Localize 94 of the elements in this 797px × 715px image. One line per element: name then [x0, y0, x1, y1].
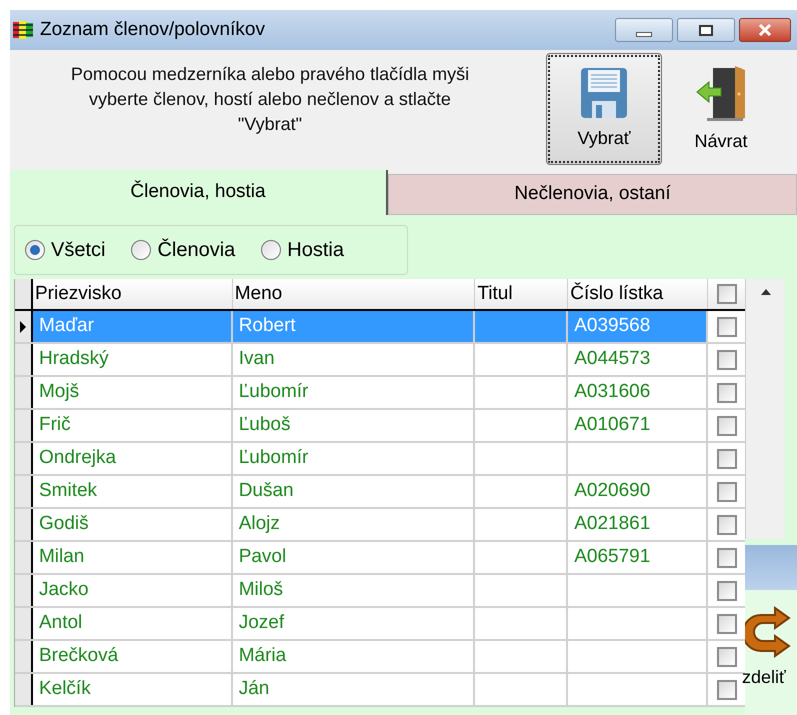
table-row[interactable]: Antol Jozef [15, 608, 745, 641]
table-row[interactable]: Milan Pavol A065791 [15, 542, 745, 575]
table-cell: Hradský [32, 344, 233, 375]
radio-option[interactable]: Všetci [25, 235, 106, 265]
tab[interactable]: Členovia, hostia [10, 170, 388, 215]
door-with-arrow-icon [695, 64, 747, 122]
checkbox[interactable] [716, 680, 736, 700]
table-row[interactable]: Smitek Dušan A020690 [15, 476, 745, 509]
table-row[interactable]: Mojš Ľubomír A031606 [15, 377, 745, 410]
table-cell: Milan [32, 542, 233, 573]
radio-button[interactable] [25, 240, 45, 260]
table-cell: Jacko [32, 575, 233, 606]
column-header[interactable]: Priezvisko [32, 279, 233, 309]
scroll-up-icon [760, 289, 770, 295]
row-header[interactable] [15, 443, 33, 474]
table-cell: Brečková [32, 641, 233, 672]
radio-option[interactable]: Hostia [261, 235, 344, 265]
row-header[interactable] [15, 476, 33, 507]
table-row[interactable]: Jacko Miloš [15, 575, 745, 608]
split-button-label[interactable]: zdeliť [742, 664, 786, 691]
table-row[interactable]: Hradský Ivan A044573 [15, 344, 745, 377]
table-cell: Ľuboš [232, 410, 476, 441]
table-cell: Ondrejka [32, 443, 233, 474]
radio-button[interactable] [261, 240, 282, 260]
column-header[interactable]: Meno [232, 279, 476, 309]
row-header[interactable] [15, 311, 33, 342]
checkbox[interactable] [716, 580, 736, 600]
instruction-text: Pomocou medzerníka alebo pravého tlačídla myši vyberte členov, hostí alebo nečlenov a stlačte "Vybrat" [70, 63, 470, 136]
close-icon [758, 24, 772, 36]
row-header[interactable] [15, 509, 33, 540]
return-button[interactable]: Návrat [676, 53, 766, 165]
table-cell: Kelčík [32, 674, 233, 705]
close-button[interactable] [739, 18, 791, 42]
table-cell: Alojz [232, 509, 476, 540]
maximize-button[interactable] [677, 18, 735, 42]
table-cell: A031606 [568, 377, 708, 408]
checkbox[interactable] [716, 646, 736, 666]
table-cell: A010671 [568, 410, 708, 441]
table-cell: A020690 [568, 476, 708, 507]
table-row[interactable]: Ondrejka Ľubomír [15, 443, 745, 476]
column-header[interactable]: Titul [475, 279, 568, 309]
window-title: Zoznam členov/polovníkov [40, 18, 265, 42]
table-cell: Maďar [32, 311, 233, 342]
column-header[interactable]: Číslo lístka [568, 279, 708, 309]
table-cell: Miloš [232, 575, 476, 606]
row-header[interactable] [15, 410, 33, 441]
table-cell: Smitek [32, 476, 233, 507]
select-button[interactable]: Vybrať [546, 53, 662, 165]
table-cell: Mária [232, 641, 476, 672]
table-cell: Ľubomír [232, 443, 476, 474]
scrollbar[interactable] [745, 279, 785, 539]
checkbox[interactable] [716, 548, 736, 568]
table-cell: Ivan [232, 344, 476, 375]
tab[interactable]: Nečlenovia, ostaní [388, 174, 797, 215]
table-cell: Pavol [232, 542, 476, 573]
row-header[interactable] [15, 344, 33, 375]
table-cell: Mojš [32, 377, 233, 408]
checkbox[interactable] [716, 514, 736, 534]
row-header[interactable] [15, 377, 33, 408]
radio-button[interactable] [131, 240, 152, 260]
row-header[interactable] [15, 674, 33, 705]
checkbox[interactable] [716, 382, 736, 402]
checkbox[interactable] [716, 416, 736, 436]
table-cell: Ľubomír [232, 377, 476, 408]
table-cell: A039568 [568, 311, 708, 342]
checkbox[interactable] [716, 448, 736, 468]
split-arrow-icon [745, 604, 791, 660]
app-icon [12, 19, 34, 41]
table-row[interactable]: Brečková Mária [15, 641, 745, 674]
minimize-button[interactable] [615, 18, 673, 42]
current-row-icon [20, 320, 26, 332]
window-title-bar [745, 545, 797, 590]
row-header[interactable] [15, 608, 33, 639]
table-cell: A044573 [568, 344, 708, 375]
table-cell: Antol [32, 608, 233, 639]
checkbox[interactable] [716, 350, 736, 370]
table-cell: Godiš [32, 509, 233, 540]
radio-option[interactable]: Členovia [131, 235, 236, 265]
row-header[interactable] [15, 575, 33, 606]
checkbox[interactable] [716, 614, 736, 634]
table-cell: Frič [32, 410, 233, 441]
table-cell: A065791 [568, 542, 708, 573]
table-cell: Dušan [232, 476, 476, 507]
table-cell: A021861 [568, 509, 708, 540]
table-cell: Ján [232, 674, 476, 705]
row-header[interactable] [15, 542, 33, 573]
checkbox[interactable] [716, 482, 736, 502]
table-row[interactable]: Godiš Alojz A021861 [15, 509, 745, 542]
checkbox[interactable] [716, 284, 737, 304]
table-row[interactable]: Frič Ľuboš A010671 [15, 410, 745, 443]
table-cell: Robert [232, 311, 476, 342]
checkbox[interactable] [716, 316, 736, 336]
row-header[interactable] [15, 641, 33, 672]
table-cell: Jozef [232, 608, 476, 639]
